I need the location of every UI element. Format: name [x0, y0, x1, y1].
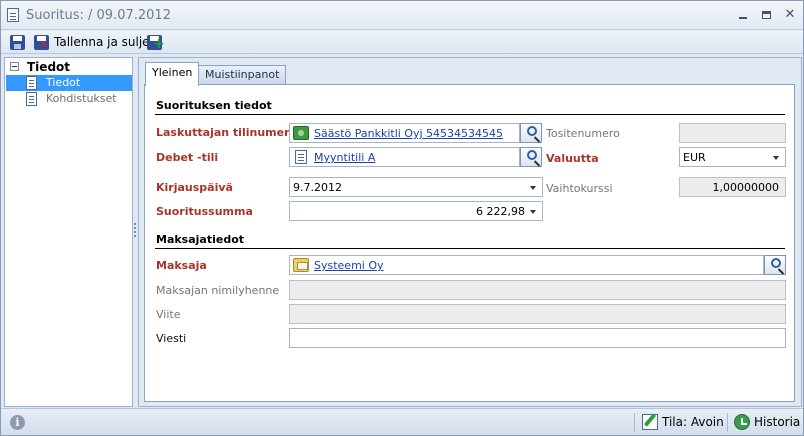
panel-splitter[interactable] [134, 223, 137, 239]
reference-label: Viite [156, 308, 181, 321]
section-title-payer: Maksajatiedot [156, 233, 245, 246]
tree-item-tiedot[interactable]: Tiedot [6, 75, 132, 91]
window-title: Suoritus: / 09.07.2012 [26, 8, 171, 23]
message-label: Viesti [156, 332, 187, 345]
currency-select[interactable]: EUR [679, 147, 786, 167]
tab-panel-general: Suorituksen tiedot Laskuttajan tilinumer… [144, 84, 795, 402]
edit-status-icon [642, 414, 658, 430]
bank-account-icon [293, 126, 309, 140]
maximize-button[interactable] [758, 7, 774, 23]
status-divider [634, 413, 635, 432]
payer-link[interactable]: Systeemi Oy [314, 259, 384, 272]
invoicer-account-lookup-button[interactable] [520, 123, 542, 143]
payer-card-icon [293, 258, 309, 272]
payer-abbrev-field[interactable] [289, 280, 786, 300]
status-divider [727, 413, 728, 432]
save-close-icon[interactable] [34, 35, 49, 50]
exchange-rate-label: Vaihtokurssi [546, 182, 613, 195]
history-icon [734, 414, 750, 430]
tree-root-label: Tiedot [27, 60, 71, 74]
exchange-rate-field[interactable]: 1,00000000 [679, 177, 786, 197]
message-field[interactable] [289, 328, 786, 348]
invoicer-account-field[interactable]: Säästö Pankkitli Oyj 54534534545 [289, 123, 520, 143]
account-icon [295, 150, 307, 164]
amount-label: Suoritussumma [156, 205, 253, 218]
amount-field[interactable]: 6 222,98 [289, 201, 543, 221]
invoicer-account-label: Laskuttajan tilinumero [156, 126, 298, 139]
chevron-down-icon[interactable] [529, 205, 539, 217]
posting-date-value: 9.7.2012 [293, 181, 342, 194]
amount-value: 6 222,98 [476, 205, 525, 218]
document-icon [7, 8, 19, 22]
status-bar: i Tila: Avoin Historia [1, 408, 803, 435]
collapse-icon[interactable] [10, 62, 19, 71]
document-icon [26, 76, 37, 90]
section-divider [155, 248, 785, 249]
search-icon [771, 258, 781, 268]
posting-date-label: Kirjauspäivä [156, 181, 233, 194]
main-content: Yleinen Muistiinpanot Suorituksen tiedot… [138, 57, 802, 407]
debit-account-label: Debet -tili [156, 151, 219, 164]
debit-account-lookup-button[interactable] [520, 147, 542, 167]
save-icon[interactable] [10, 35, 25, 50]
voucher-number-label: Tositenumero [546, 127, 620, 140]
state-label: Tila: Avoin [662, 415, 724, 429]
tree-item-kohdistukset[interactable]: Kohdistukset [6, 91, 132, 107]
tab-muistiinpanot[interactable]: Muistiinpanot [198, 65, 287, 84]
save-close-button[interactable]: Tallenna ja sulje [54, 35, 150, 49]
payer-field[interactable]: Systeemi Oy [289, 255, 764, 275]
tree-item-label: Kohdistukset [46, 92, 117, 105]
chevron-down-icon[interactable] [772, 151, 782, 163]
search-icon [527, 150, 537, 160]
posting-date-field[interactable]: 9.7.2012 [289, 177, 543, 197]
reference-field[interactable] [289, 304, 786, 324]
section-divider [155, 114, 785, 115]
history-label: Historia [754, 415, 801, 429]
minimize-button[interactable] [735, 7, 751, 23]
section-title-payment: Suorituksen tiedot [156, 99, 272, 112]
payer-abbrev-label: Maksajan nimilyhenne [156, 284, 280, 297]
voucher-number-field[interactable] [679, 123, 786, 143]
chevron-down-icon[interactable] [529, 181, 539, 193]
currency-value: EUR [683, 151, 706, 164]
minimize-icon [739, 17, 747, 19]
toolbar: Tallenna ja sulje [1, 31, 803, 54]
navigation-tree: Tiedot Tiedot Kohdistukset [4, 57, 133, 407]
exchange-rate-value: 1,00000000 [712, 181, 779, 194]
payment-window: Suoritus: / 09.07.2012 ✕ Tallenna ja sul… [0, 0, 804, 436]
maximize-icon [761, 11, 771, 19]
close-button[interactable]: ✕ [782, 7, 798, 23]
title-bar: Suoritus: / 09.07.2012 ✕ [1, 1, 803, 30]
payer-label: Maksaja [156, 259, 207, 272]
invoicer-account-link[interactable]: Säästö Pankkitli Oyj 54534534545 [314, 127, 503, 140]
document-icon [26, 92, 37, 106]
info-icon[interactable]: i [10, 415, 25, 430]
tree-item-label: Tiedot [46, 76, 81, 89]
search-icon [527, 126, 537, 136]
debit-account-field[interactable]: Myyntitili A [289, 147, 520, 167]
payer-lookup-button[interactable] [764, 255, 786, 275]
save-new-icon[interactable] [147, 35, 165, 51]
debit-account-link[interactable]: Myyntitili A [314, 151, 375, 164]
tab-yleinen[interactable]: Yleinen [145, 62, 200, 86]
currency-label: Valuutta [546, 152, 599, 165]
